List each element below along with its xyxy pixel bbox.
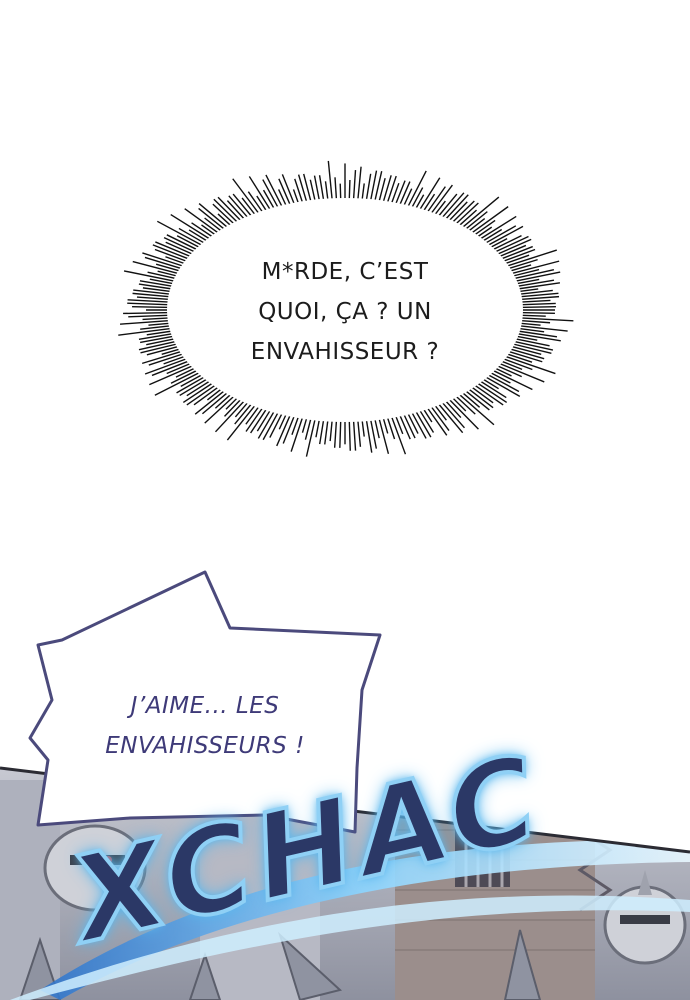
thought-bubble-text: M*RDE, C’EST QUOI, ÇA ? UN ENVAHISSEUR ? [205, 252, 485, 372]
thought-line: M*RDE, C’EST [261, 259, 429, 285]
thought-line: ENVAHISSEUR ? [250, 339, 440, 365]
thought-line: QUOI, ÇA ? UN [258, 299, 432, 325]
shout-bubble-text: J’AIME... LES ENVAHISSEURS ! [70, 686, 340, 766]
shout-line: ENVAHISSEURS ! [105, 733, 305, 759]
shout-line: J’AIME... LES [130, 693, 280, 719]
